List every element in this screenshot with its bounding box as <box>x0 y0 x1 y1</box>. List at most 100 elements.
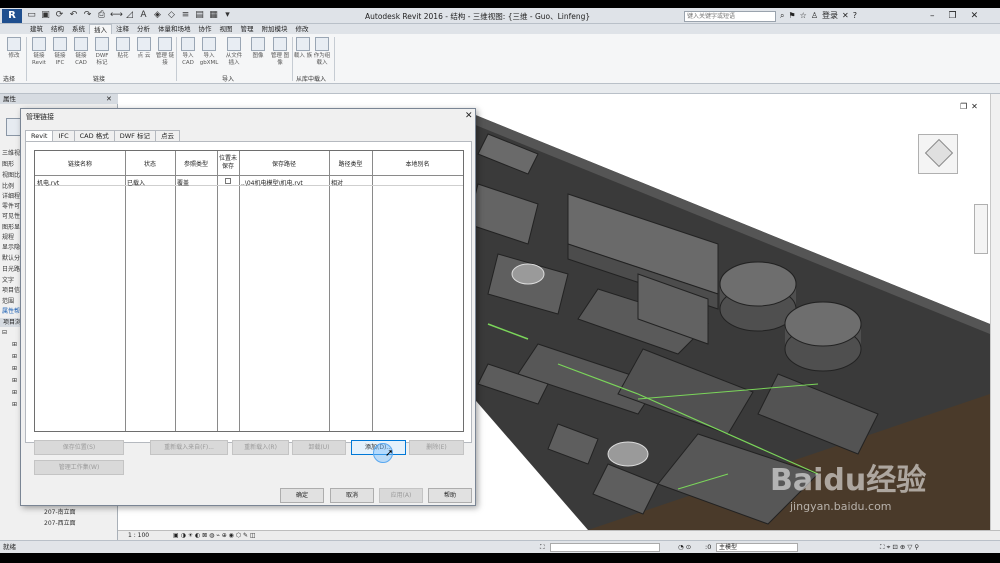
subscription-icon[interactable]: ⚑ <box>788 10 795 22</box>
open-icon[interactable]: ▭ <box>26 10 37 21</box>
cell-reference-type[interactable]: 覆盖 <box>177 178 189 187</box>
tab-collaborate[interactable]: 协作 <box>195 24 216 34</box>
vertical-scrollbar[interactable] <box>990 94 1000 540</box>
redo-icon[interactable]: ↷ <box>82 10 93 21</box>
position-unsaved-checkbox[interactable] <box>225 178 231 184</box>
save-position-button[interactable]: 保存位置(S) <box>34 440 124 455</box>
link-ifc-button[interactable]: 链接 IFC <box>50 37 70 67</box>
scale-value[interactable]: 1 : 100 <box>128 531 149 540</box>
column-header-path-type[interactable]: 路径类型 <box>329 159 372 168</box>
panel-label-select[interactable]: 选择 <box>3 74 15 83</box>
tab-architecture[interactable]: 建筑 <box>26 24 47 34</box>
view-restore-icon[interactable]: ❐ <box>960 102 967 111</box>
exchange-icon[interactable]: ✕ <box>842 10 849 22</box>
tree-expand-icon[interactable]: ⊞ <box>12 401 17 408</box>
workset-dropdown[interactable] <box>550 543 660 552</box>
dialog-close-icon[interactable]: ✕ <box>465 111 473 121</box>
undo-icon[interactable]: ↶ <box>68 10 79 21</box>
print-icon[interactable]: ⎙ <box>96 10 107 21</box>
tab-insert[interactable]: 插入 <box>89 24 112 34</box>
save-icon[interactable]: ▣ <box>40 10 51 21</box>
navigation-bar[interactable] <box>974 204 988 254</box>
editing-icon[interactable]: ◔ ⊙ <box>678 541 691 553</box>
close-hidden-icon[interactable]: ▤ <box>194 10 205 21</box>
restore-icon[interactable]: ❐ <box>949 10 957 22</box>
column-header-local-alias[interactable]: 本地别名 <box>372 159 463 168</box>
link-cad-button[interactable]: 链接 CAD <box>71 37 91 67</box>
measure-icon[interactable]: ⟷ <box>110 10 123 21</box>
dwf-markup-button[interactable]: DWF 标记 <box>92 37 112 67</box>
binoculars-icon[interactable]: ⌕ <box>780 10 784 22</box>
tree-expand-icon[interactable]: ⊞ <box>12 389 17 396</box>
column-header-position-unsaved[interactable]: 位置未保存 <box>219 155 237 171</box>
decal-button[interactable]: 贴花 <box>113 37 133 60</box>
viewcube[interactable] <box>918 134 958 174</box>
column-header-status[interactable]: 状态 <box>125 159 175 168</box>
tree-item-elevation[interactable]: 207-西立面 <box>44 518 76 527</box>
reload-button[interactable]: 重新载入(R) <box>232 440 289 455</box>
column-header-reference-type[interactable]: 参照类型 <box>175 159 217 168</box>
star-icon[interactable]: ☆ <box>800 10 807 22</box>
point-cloud-button[interactable]: 点 云 <box>134 37 154 60</box>
tab-manage[interactable]: 管理 <box>237 24 258 34</box>
link-revit-button[interactable]: 链接 Revit <box>29 37 49 67</box>
tab-ifc[interactable]: IFC <box>52 130 75 141</box>
import-gbxml-button[interactable]: 导入 gbXML <box>199 37 219 67</box>
tab-massing-site[interactable]: 体量和场地 <box>154 24 195 34</box>
sign-in-label[interactable]: 登录 <box>822 10 838 22</box>
insert-from-file-button[interactable]: 从文件 插入 <box>224 37 244 67</box>
3d-view-icon[interactable]: ◈ <box>152 10 163 21</box>
tab-view[interactable]: 视图 <box>216 24 237 34</box>
revit-logo[interactable]: R <box>2 9 22 23</box>
minimize-icon[interactable]: – <box>930 10 935 22</box>
column-header-name[interactable]: 链接名称 <box>35 159 125 168</box>
properties-help-link[interactable]: 属性帮 <box>2 306 20 315</box>
load-family-button[interactable]: 载入 族 <box>293 37 313 60</box>
remove-button[interactable]: 删除(E) <box>409 440 464 455</box>
selection-filter-icons[interactable]: ⛶ ⌖ ⊡ ⊕ ▽ ⚲ <box>880 541 919 553</box>
manage-links-button[interactable]: 管理 链接 <box>155 37 175 67</box>
cell-path-type[interactable]: 相对 <box>331 178 343 187</box>
tab-annotate[interactable]: 注释 <box>112 24 133 34</box>
section-icon[interactable]: ◇ <box>166 10 177 21</box>
tab-systems[interactable]: 系统 <box>68 24 89 34</box>
tab-analyze[interactable]: 分析 <box>133 24 154 34</box>
help-button[interactable]: 帮助 <box>428 488 472 503</box>
tab-dwf-markups[interactable]: DWF 标记 <box>113 130 156 141</box>
close-icon[interactable]: ✕ <box>106 94 112 104</box>
cancel-button[interactable]: 取消 <box>330 488 374 503</box>
thin-lines-icon[interactable]: ≡ <box>180 10 191 21</box>
ok-button[interactable]: 确定 <box>280 488 324 503</box>
reload-from-button[interactable]: 重新载入来自(F)... <box>150 440 228 455</box>
unload-button[interactable]: 卸载(U) <box>292 440 346 455</box>
image-button[interactable]: 图像 <box>248 37 268 60</box>
tree-root-icon[interactable]: ⊟ <box>2 329 7 336</box>
load-as-group-button[interactable]: 作为组 载入 <box>312 37 332 67</box>
dimension-icon[interactable]: ◿ <box>124 10 135 21</box>
import-cad-button[interactable]: 导入 CAD <box>178 37 198 67</box>
tab-structure[interactable]: 结构 <box>47 24 68 34</box>
close-icon[interactable]: ✕ <box>971 10 979 22</box>
tag-icon[interactable]: A <box>138 10 149 21</box>
tab-revit[interactable]: Revit <box>25 130 54 141</box>
tree-expand-icon[interactable]: ⊞ <box>12 353 17 360</box>
view-control-icons[interactable]: ▣ ◑ ☀ ◐ ⊠ ◍ ⌁ ⊕ ◉ ⬡ ✎ ◫ <box>173 531 256 540</box>
view-close-icon[interactable]: ✕ <box>971 102 978 111</box>
switch-windows-icon[interactable]: ▦ <box>208 10 219 21</box>
design-option-dropdown[interactable]: 主模型 <box>716 543 798 552</box>
sync-icon[interactable]: ⟳ <box>54 10 65 21</box>
search-input[interactable]: 键入关键字或短语 <box>684 11 776 22</box>
qat-dropdown-icon[interactable]: ▾ <box>222 10 233 21</box>
column-header-saved-path[interactable]: 保存路径 <box>239 159 329 168</box>
cell-link-name[interactable]: 机电.rvt <box>37 178 59 187</box>
tab-modify[interactable]: 修改 <box>292 24 313 34</box>
tab-cad-formats[interactable]: CAD 格式 <box>73 130 115 141</box>
tree-expand-icon[interactable]: ⊞ <box>12 341 17 348</box>
workset-icon[interactable]: ⛶ <box>540 541 545 553</box>
apply-button[interactable]: 应用(A) <box>379 488 423 503</box>
tree-item-elevation[interactable]: 207-南立面 <box>44 507 76 516</box>
user-icon[interactable]: ♙ <box>811 10 818 22</box>
tab-point-clouds[interactable]: 点云 <box>154 130 180 141</box>
manage-images-button[interactable]: 管理 图像 <box>270 37 290 67</box>
tab-addins[interactable]: 附加模块 <box>258 24 292 34</box>
